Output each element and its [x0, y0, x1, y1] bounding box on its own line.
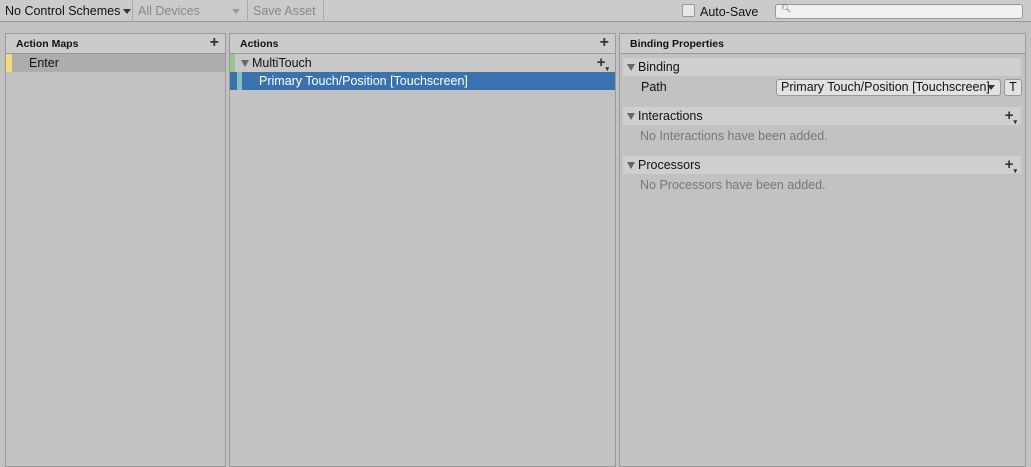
path-label: Path — [641, 80, 667, 94]
color-bar — [6, 54, 12, 72]
path-dropdown[interactable]: Primary Touch/Position [Touchscreen] — [776, 79, 1001, 96]
auto-save-checkbox[interactable] — [682, 4, 695, 17]
control-schemes-dropdown[interactable]: No Control Schemes — [0, 0, 133, 22]
path-row: Path Primary Touch/Position [Touchscreen… — [620, 78, 1025, 99]
add-action-map-button[interactable]: + — [210, 34, 219, 51]
action-maps-header: Action Maps + — [6, 34, 225, 54]
action-map-item[interactable]: Enter — [6, 54, 225, 72]
section-title: Binding — [638, 60, 680, 74]
add-action-button[interactable]: + — [600, 34, 609, 51]
action-map-label: Enter — [29, 56, 59, 70]
chevron-down-icon — [123, 9, 131, 14]
binding-properties-panel: Binding Properties Binding Path Primary … — [619, 33, 1026, 467]
interactions-empty-text: No Interactions have been added. — [640, 129, 828, 143]
save-asset-button[interactable]: Save Asset — [248, 0, 324, 22]
devices-label: All Devices — [138, 4, 200, 18]
binding-section-header[interactable]: Binding — [623, 58, 1021, 76]
action-maps-panel: Action Maps + Enter — [5, 33, 226, 467]
devices-dropdown[interactable]: All Devices — [133, 0, 248, 22]
auto-save-label: Auto-Save — [700, 5, 759, 19]
interactions-section-header[interactable]: Interactions +▾ — [623, 107, 1021, 126]
actions-header: Actions + — [230, 34, 615, 54]
binding-label: Primary Touch/Position [Touchscreen] — [259, 74, 468, 88]
panel-title: Binding Properties — [630, 38, 724, 50]
actions-panel: Actions + MultiTouch +▾ Primary Touch/Posi… — [229, 33, 616, 467]
color-bar — [237, 72, 242, 90]
processors-section-header[interactable]: Processors +▾ — [623, 156, 1021, 175]
processors-empty-text: No Processors have been added. — [640, 178, 826, 192]
expand-triangle-icon[interactable] — [241, 60, 249, 67]
expand-triangle-icon — [627, 64, 635, 71]
chevron-down-icon — [232, 9, 240, 14]
text-mode-button[interactable]: T — [1004, 79, 1022, 96]
search-icon: 🔍︎ — [781, 4, 792, 13]
expand-triangle-icon — [627, 162, 635, 169]
chevron-down-icon — [987, 85, 995, 90]
section-title: Processors — [638, 158, 701, 172]
panel-title: Action Maps — [16, 38, 79, 50]
path-value: Primary Touch/Position [Touchscreen] — [781, 80, 990, 94]
search-input[interactable]: 🔍︎ — [775, 4, 1023, 19]
section-title: Interactions — [638, 109, 703, 123]
add-interaction-button[interactable]: +▾ — [1005, 107, 1017, 132]
add-processor-button[interactable]: +▾ — [1005, 156, 1017, 181]
binding-item[interactable]: Primary Touch/Position [Touchscreen] — [230, 72, 615, 90]
color-bar — [230, 54, 235, 72]
control-schemes-label: No Control Schemes — [5, 4, 121, 18]
expand-triangle-icon — [627, 113, 635, 120]
toolbar: No Control Schemes All Devices Save Asse… — [0, 0, 1031, 22]
action-item[interactable]: MultiTouch +▾ — [230, 54, 615, 73]
binding-properties-header: Binding Properties — [620, 34, 1025, 54]
action-label: MultiTouch — [252, 56, 312, 70]
panel-title: Actions — [240, 38, 279, 50]
